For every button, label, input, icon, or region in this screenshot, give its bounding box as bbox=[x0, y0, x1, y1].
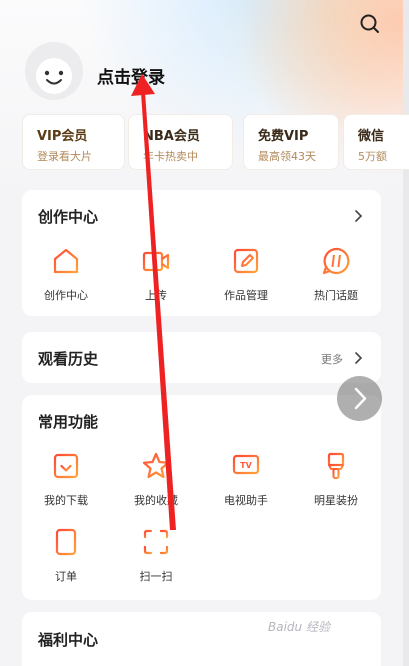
search-button[interactable] bbox=[358, 12, 382, 36]
search-icon bbox=[360, 14, 379, 33]
creation-center-title: 创作中心 bbox=[38, 208, 99, 226]
chevron-right-icon bbox=[354, 387, 367, 410]
download-icon bbox=[53, 453, 79, 479]
function-item-label: 我的下载 bbox=[44, 494, 88, 507]
vip-card-subtitle: 最高领43天 bbox=[258, 150, 316, 163]
star-icon bbox=[142, 452, 170, 479]
function-item-label: 订单 bbox=[55, 570, 77, 583]
creation-item-label: 作品管理 bbox=[224, 289, 268, 302]
home-plus-icon bbox=[53, 248, 79, 274]
function-item-tv-assistant[interactable]: TV 电视助手 bbox=[206, 451, 286, 508]
right-edge-divider bbox=[403, 0, 409, 666]
creation-item-topics[interactable]: 热门话题 bbox=[296, 246, 376, 303]
scan-icon bbox=[143, 529, 169, 555]
chevron-right-icon[interactable] bbox=[353, 352, 363, 364]
creation-center-card: 创作中心 创作中心 上传 作品管理 热门话题 bbox=[22, 190, 381, 316]
function-item-scan[interactable]: 扫一扫 bbox=[116, 527, 196, 584]
floating-next-button[interactable] bbox=[337, 376, 382, 421]
order-icon bbox=[55, 528, 77, 556]
vip-card-row: VIP会员 登录看大片 NBA会员 年卡热卖中 免费VIP 最高领43天 微信 … bbox=[22, 114, 409, 170]
vip-card-free-vip[interactable]: 免费VIP 最高领43天 bbox=[243, 114, 339, 170]
more-link[interactable]: 更多 bbox=[321, 351, 343, 367]
vip-card-subtitle: 年卡热卖中 bbox=[143, 150, 198, 163]
default-avatar-icon bbox=[25, 42, 83, 100]
welfare-center-title: 福利中心 bbox=[38, 631, 99, 649]
video-upload-icon bbox=[142, 251, 170, 272]
edit-document-icon bbox=[233, 248, 259, 274]
vip-card-title: VIP会员 bbox=[37, 129, 88, 144]
brush-icon bbox=[327, 452, 345, 479]
baidu-watermark: Baidu 经验 bbox=[268, 620, 330, 634]
vip-card-subtitle: 5万额 bbox=[358, 150, 387, 163]
creation-item-label: 热门话题 bbox=[314, 289, 358, 302]
vip-card-title: 微信 bbox=[358, 129, 385, 144]
watch-history-title: 观看历史 bbox=[38, 350, 99, 368]
function-item-download[interactable]: 我的下载 bbox=[26, 451, 106, 508]
vip-card-vip[interactable]: VIP会员 登录看大片 bbox=[22, 114, 125, 170]
tv-icon: TV bbox=[232, 454, 260, 479]
creation-item-label: 创作中心 bbox=[44, 289, 88, 302]
hashtag-icon bbox=[322, 247, 350, 275]
vip-card-title: NBA会员 bbox=[143, 129, 200, 144]
function-item-label: 电视助手 bbox=[224, 494, 268, 507]
creation-item-upload[interactable]: 上传 bbox=[116, 246, 196, 303]
function-item-label: 扫一扫 bbox=[139, 570, 173, 583]
creation-item-label: 上传 bbox=[145, 289, 167, 302]
vip-card-subtitle: 登录看大片 bbox=[37, 150, 92, 163]
watch-history-card[interactable]: 观看历史 更多 bbox=[22, 332, 381, 383]
header-background bbox=[0, 0, 409, 210]
login-link[interactable]: 点击登录 bbox=[97, 63, 165, 88]
function-item-star-dressup[interactable]: 明星装扮 bbox=[296, 451, 376, 508]
svg-text:TV: TV bbox=[240, 461, 252, 470]
function-item-label: 我的收藏 bbox=[134, 494, 178, 507]
function-item-orders[interactable]: 订单 bbox=[26, 527, 106, 584]
function-item-label: 明星装扮 bbox=[314, 494, 358, 507]
function-item-favorites[interactable]: 我的收藏 bbox=[116, 451, 196, 508]
avatar[interactable] bbox=[25, 42, 83, 100]
common-functions-card: 常用功能 我的下载 我的收藏 TV 电视助手 明星装扮 订单 扫一扫 bbox=[22, 395, 381, 600]
creation-item-manage[interactable]: 作品管理 bbox=[206, 246, 286, 303]
vip-card-wechat[interactable]: 微信 5万额 bbox=[343, 114, 409, 170]
vip-card-nba[interactable]: NBA会员 年卡热卖中 bbox=[128, 114, 233, 170]
vip-card-title: 免费VIP bbox=[258, 129, 309, 144]
creation-item-create[interactable]: 创作中心 bbox=[26, 246, 106, 303]
common-functions-title: 常用功能 bbox=[38, 413, 99, 431]
chevron-right-icon[interactable] bbox=[353, 210, 363, 222]
